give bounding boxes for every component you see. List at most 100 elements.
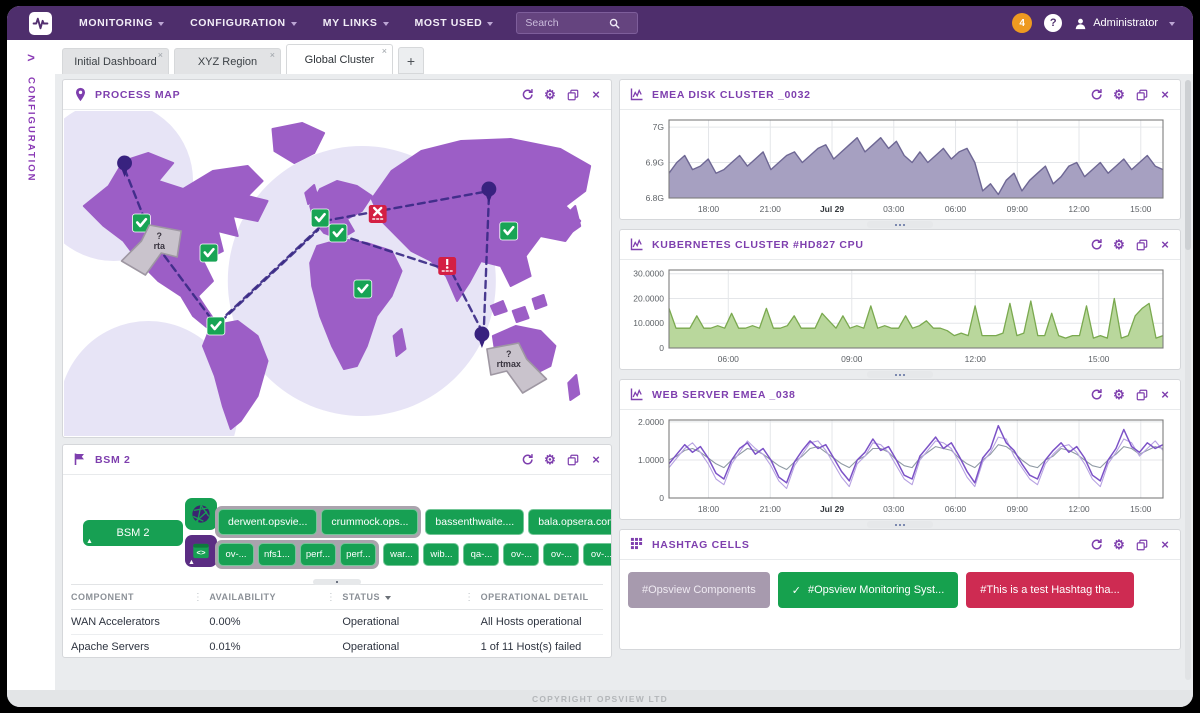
bsm-node-balaopseracom[interactable]: bala.opsera.com [528,509,612,535]
settings-gear-icon[interactable]: ⚙ [1112,88,1126,102]
map-marker-error[interactable] [369,205,387,223]
tab-close-icon[interactable]: × [382,47,387,56]
table-cell: 0.00% [209,616,342,628]
column-header-operational-detail[interactable]: OPERATIONAL DETAIL [481,585,603,609]
clone-icon[interactable] [566,88,580,102]
close-icon[interactable]: × [1158,388,1172,402]
close-icon[interactable]: × [589,453,603,467]
bsm-node-ov[interactable]: ov-... [543,543,579,566]
hashtag-cell[interactable]: #This is a test Hashtag tha... [966,572,1133,608]
table-resize-handle[interactable] [313,579,361,585]
clone-icon[interactable] [1135,88,1149,102]
host-terminal-icon[interactable]: <> ▲ [185,535,217,567]
user-menu[interactable]: Administrator [1074,17,1175,30]
settings-gear-icon[interactable]: ⚙ [1112,238,1126,252]
hashtag-cell[interactable]: #Opsview Components [628,572,770,608]
hashtag-cell-list: #Opsview Components✓#Opsview Monitoring … [620,560,1180,620]
refresh-icon[interactable] [520,88,534,102]
map-marker-check[interactable] [311,209,329,227]
bsm-node-ov[interactable]: ov-... [218,543,254,566]
svg-text:6.9G: 6.9G [646,158,664,168]
panel-resize-handle[interactable] [619,520,1181,529]
clone-icon[interactable] [566,453,580,467]
refresh-icon[interactable] [520,453,534,467]
refresh-icon[interactable] [1089,538,1103,552]
map-marker-error[interactable] [438,257,456,275]
bsm-node-ov[interactable]: ov-... [503,543,539,566]
help-icon[interactable]: ? [1044,14,1062,32]
tab-initial-dashboard[interactable]: Initial Dashboard× [62,48,169,74]
scrollbar[interactable] [1185,80,1191,680]
clone-icon[interactable] [1135,538,1149,552]
svg-text:09:00: 09:00 [1007,204,1029,214]
bsm-node-wib[interactable]: wib... [423,543,459,566]
panel-resize-handle[interactable] [619,370,1181,379]
bsm-node-crummockops[interactable]: crummock.ops... [321,509,418,535]
bsm-node-perf[interactable]: perf... [340,543,376,566]
nav-item-configuration[interactable]: CONFIGURATION [190,17,297,29]
hashtag-cells-panel: HASHTAG CELLS ⚙ × #Opsview Components✓#O… [619,529,1181,650]
app-window: MONITORING CONFIGURATION MY LINKS MOST USED… [7,6,1193,707]
clone-icon[interactable] [1135,388,1149,402]
search-input[interactable] [523,16,609,30]
map-marker-check[interactable] [354,280,372,298]
settings-gear-icon[interactable]: ⚙ [1112,388,1126,402]
panel-resize-handle[interactable] [619,220,1181,229]
nav-item-most-used[interactable]: MOST USED [415,17,494,29]
close-icon[interactable]: × [1158,538,1172,552]
configuration-rail-label[interactable]: CONFIGURATION [26,77,37,183]
close-icon[interactable]: × [1158,88,1172,102]
bsm-flag-icon [73,452,88,467]
refresh-icon[interactable] [1089,88,1103,102]
column-header-status[interactable]: STATUS ⋮ [342,585,480,609]
bsm-node-ov[interactable]: ov-... [583,543,612,566]
bsm-node-nfs1[interactable]: nfs1... [258,543,296,566]
bsm-node-war[interactable]: war... [383,543,419,566]
table-row[interactable]: Apache Servers0.01%Operational1 of 11 Ho… [71,635,603,658]
column-menu-icon[interactable]: ⋮ [326,592,337,603]
settings-gear-icon[interactable]: ⚙ [543,453,557,467]
tab-close-icon[interactable]: × [270,51,275,60]
table-cell: 1 of 11 Host(s) failed [481,641,603,653]
column-header-availability[interactable]: AVAILABILITY⋮ [209,585,342,609]
table-row[interactable]: WAN Accelerators0.00%OperationalAll Host… [71,610,603,635]
close-icon[interactable]: × [1158,238,1172,252]
bsm-root-node[interactable]: BSM 2 ▲ [83,520,183,546]
refresh-icon[interactable] [1089,388,1103,402]
bsm-node-perf[interactable]: perf... [300,543,336,566]
map-marker-check[interactable] [200,244,218,262]
tab-close-icon[interactable]: × [158,51,163,60]
column-header-component[interactable]: COMPONENT⋮ [71,585,209,609]
column-menu-icon[interactable]: ⋮ [464,592,475,603]
hashtag-cell[interactable]: ✓#Opsview Monitoring Syst... [778,572,959,608]
svg-text:21:00: 21:00 [760,204,782,214]
map-marker-check[interactable] [207,317,225,335]
refresh-icon[interactable] [1089,238,1103,252]
main-nav: MONITORING CONFIGURATION MY LINKS MOST USED [66,17,506,29]
svg-text:10.0000: 10.0000 [633,318,664,328]
nav-item-monitoring[interactable]: MONITORING [79,17,164,29]
clone-icon[interactable] [1135,238,1149,252]
world-process-map[interactable]: ?rta?rtmax [64,111,610,436]
bsm-node-derwentopsvie[interactable]: derwent.opsvie... [218,509,317,535]
tab-xyz-region[interactable]: XYZ Region× [174,48,281,74]
close-icon[interactable]: × [589,88,603,102]
network-globe-icon[interactable] [185,498,217,530]
expand-rail-chevron-icon[interactable]: > [27,50,35,65]
map-marker-check[interactable] [329,224,347,242]
svg-text:rta: rta [154,241,166,251]
settings-gear-icon[interactable]: ⚙ [1112,538,1126,552]
search-box[interactable] [516,12,638,34]
search-icon [609,18,620,29]
svg-text:1.0000: 1.0000 [638,455,664,465]
column-menu-icon[interactable]: ⋮ [193,592,204,603]
tab-global-cluster[interactable]: Global Cluster× [286,44,393,74]
opsview-logo-icon[interactable] [29,12,52,35]
settings-gear-icon[interactable]: ⚙ [543,88,557,102]
notifications-badge[interactable]: 4 [1012,13,1032,33]
map-marker-check[interactable] [500,222,518,240]
bsm-node-qa[interactable]: qa-... [463,543,499,566]
nav-item-my-links[interactable]: MY LINKS [323,17,389,29]
bsm-node-bassenthwaite[interactable]: bassenthwaite.... [425,509,524,535]
add-tab-button[interactable]: + [398,47,424,74]
